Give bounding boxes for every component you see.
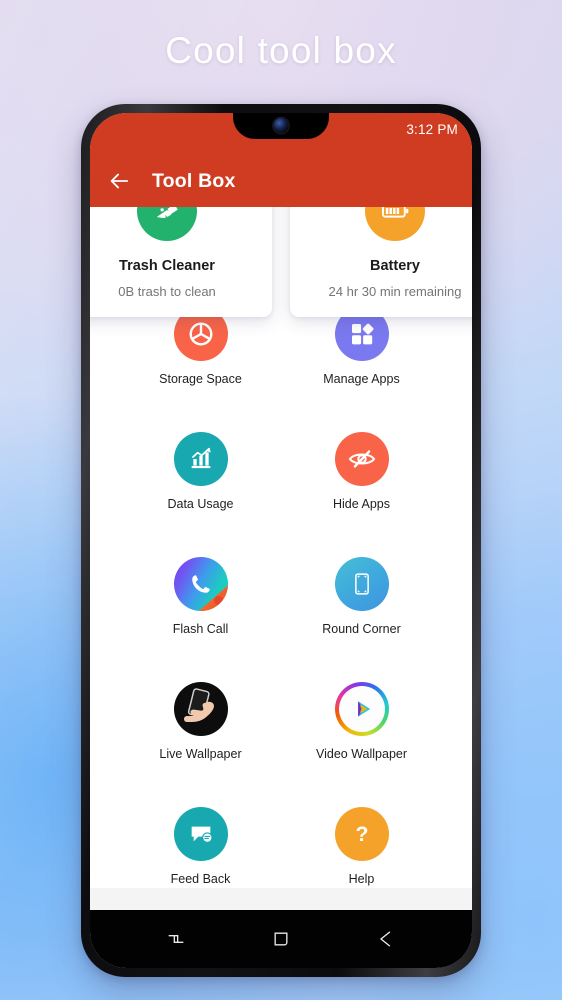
tool-tile-label: Flash Call	[172, 622, 229, 636]
notch-wing-right	[329, 113, 347, 131]
app-bar: Tool Box	[90, 155, 472, 215]
tool-tile-label: Feed Back	[170, 872, 231, 886]
feature-card-subtitle: 24 hr 30 min remaining	[328, 284, 462, 299]
feature-card-title: Battery	[370, 258, 420, 274]
chat-bubble-icon	[173, 807, 228, 861]
broom-icon	[137, 207, 197, 241]
back-arrow-icon[interactable]	[376, 929, 396, 949]
tool-tile-storage-space[interactable]: Storage Space	[120, 301, 281, 410]
tool-grid: Storage Space Manage Apps Data Usage Hid…	[90, 289, 472, 910]
tool-tile-live-wallpaper[interactable]: Live Wallpaper	[120, 676, 281, 785]
phone-screen-bezel: 3:12 PM Tool Box Trash Cleaner 0B trash …	[90, 113, 472, 968]
system-nav-bar	[90, 910, 472, 968]
page-title: Cool tool box	[165, 30, 397, 71]
status-bar: 3:12 PM	[90, 113, 472, 155]
phone-mockup: 3:12 PM Tool Box Trash Cleaner 0B trash …	[81, 104, 481, 977]
front-camera-icon	[273, 118, 289, 133]
play-circle-icon	[334, 682, 389, 736]
svg-text:?: ?	[355, 822, 368, 846]
feature-card-battery[interactable]: Battery 24 hr 30 min remaining	[290, 207, 472, 317]
tool-tile-label: Storage Space	[159, 372, 242, 386]
back-arrow-icon[interactable]	[108, 170, 130, 192]
tool-tile-label: Video Wallpaper	[315, 747, 408, 761]
tool-tile-label: Help	[348, 872, 375, 886]
hand-phone-icon	[173, 682, 228, 736]
tool-tile-label: Live Wallpaper	[159, 747, 242, 761]
notch-wing-left	[215, 113, 233, 131]
feature-card-trash-cleaner[interactable]: Trash Cleaner 0B trash to clean	[90, 207, 272, 317]
tool-tile-label: Manage Apps	[323, 372, 400, 386]
eye-slash-icon	[334, 432, 389, 486]
tool-tile-video-wallpaper[interactable]: Video Wallpaper	[281, 676, 442, 785]
phone-frame-icon	[334, 557, 389, 611]
feature-card-row: Trash Cleaner 0B trash to clean Battery …	[90, 207, 472, 317]
content-bottom-strip	[90, 888, 472, 910]
tool-tile-round-corner[interactable]: Round Corner	[281, 551, 442, 660]
phone-icon	[173, 557, 228, 611]
app-bar-title: Tool Box	[152, 169, 236, 192]
home-square-icon[interactable]	[271, 929, 291, 949]
content-area: Trash Cleaner 0B trash to clean Battery …	[90, 207, 472, 910]
recents-icon[interactable]	[166, 929, 186, 949]
tool-tile-label: Hide Apps	[333, 497, 390, 511]
tool-tile-hide-apps[interactable]: Hide Apps	[281, 426, 442, 535]
tool-tile-label: Data Usage	[167, 497, 234, 511]
display-notch	[215, 113, 347, 139]
tool-tile-manage-apps[interactable]: Manage Apps	[281, 301, 442, 410]
tool-tile-data-usage[interactable]: Data Usage	[120, 426, 281, 535]
tool-tile-flash-call[interactable]: Flash Call	[120, 551, 281, 660]
tool-tile-label: Round Corner	[322, 622, 401, 636]
feature-card-subtitle: 0B trash to clean	[118, 284, 216, 299]
battery-icon	[365, 207, 425, 241]
feature-card-title: Trash Cleaner	[119, 258, 215, 274]
question-mark-icon: ?	[334, 807, 389, 861]
bar-chart-icon	[173, 432, 228, 486]
device-screen: 3:12 PM Tool Box Trash Cleaner 0B trash …	[90, 113, 472, 968]
status-bar-clock: 3:12 PM	[406, 122, 458, 137]
